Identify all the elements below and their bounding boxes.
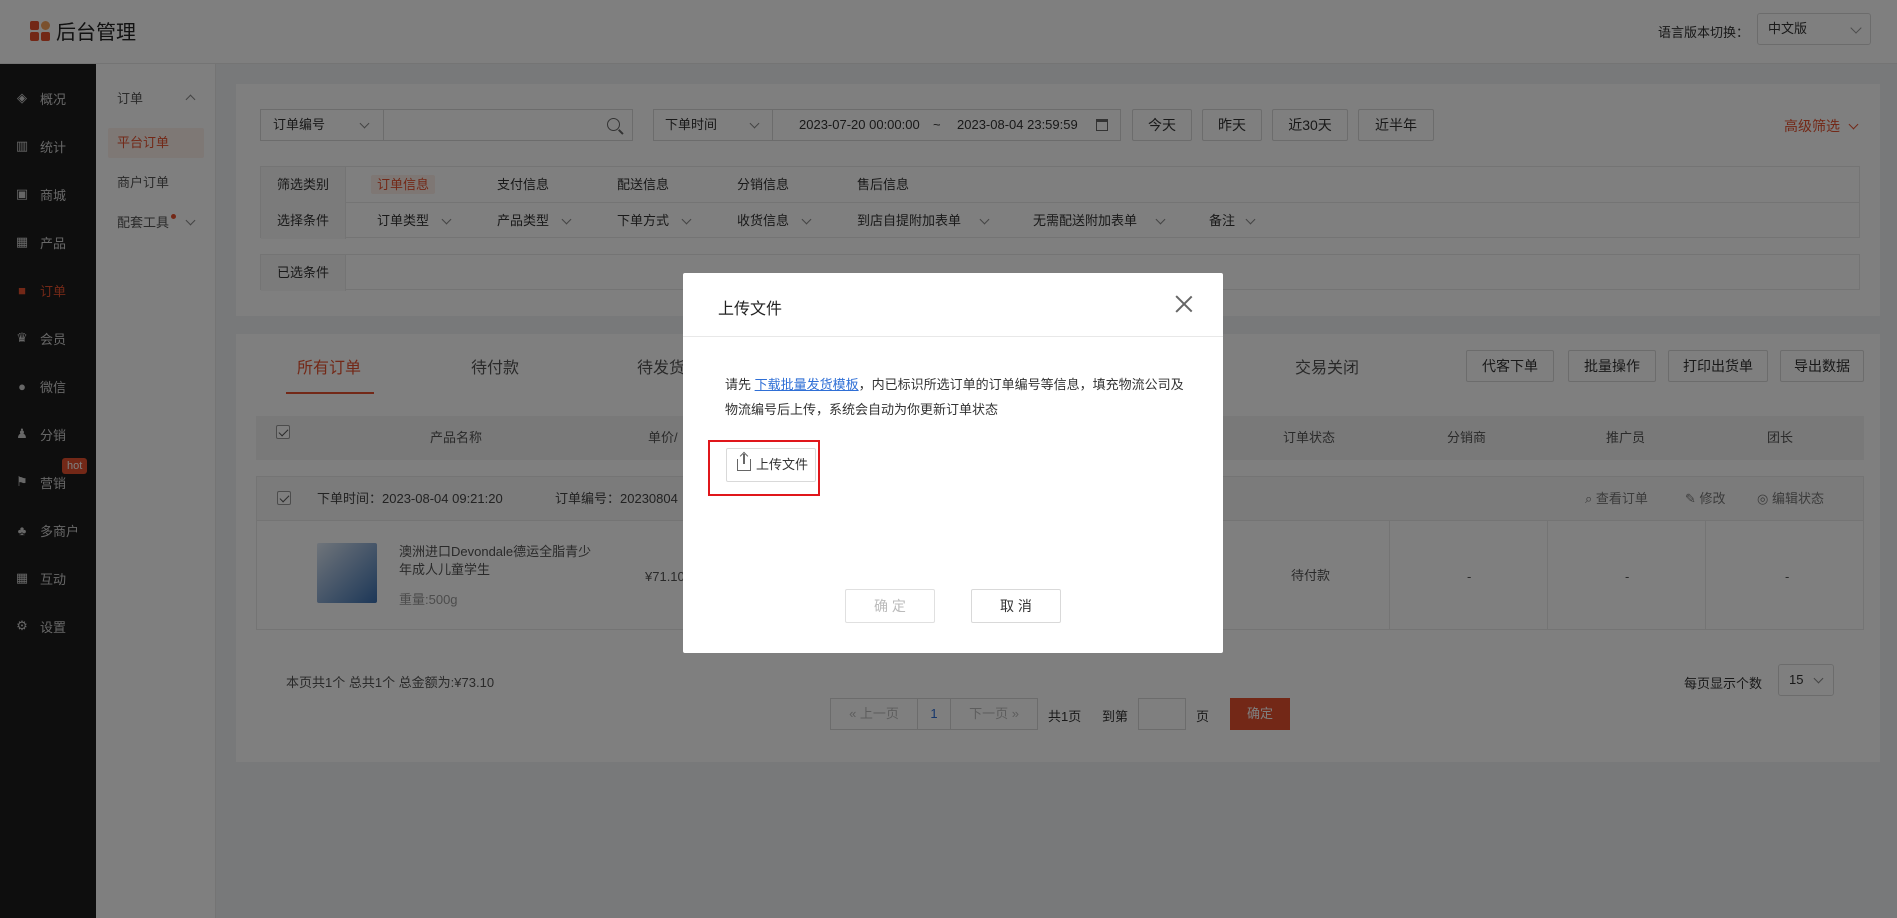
highlight-box (708, 440, 820, 496)
download-template-link[interactable]: 下载批量发货模板 (755, 377, 859, 392)
upload-modal: 上传文件 请先 下载批量发货模板，内已标识所选订单的订单编号等信息，填充物流公司… (683, 273, 1223, 653)
modal-header: 上传文件 (683, 273, 1223, 337)
cancel-button[interactable]: 取 消 (971, 589, 1061, 623)
modal-description: 请先 下载批量发货模板，内已标识所选订单的订单编号等信息，填充物流公司及物流编号… (725, 377, 1184, 417)
close-icon[interactable] (1175, 295, 1193, 313)
modal-title: 上传文件 (718, 301, 783, 318)
confirm-button[interactable]: 确 定 (845, 589, 935, 623)
